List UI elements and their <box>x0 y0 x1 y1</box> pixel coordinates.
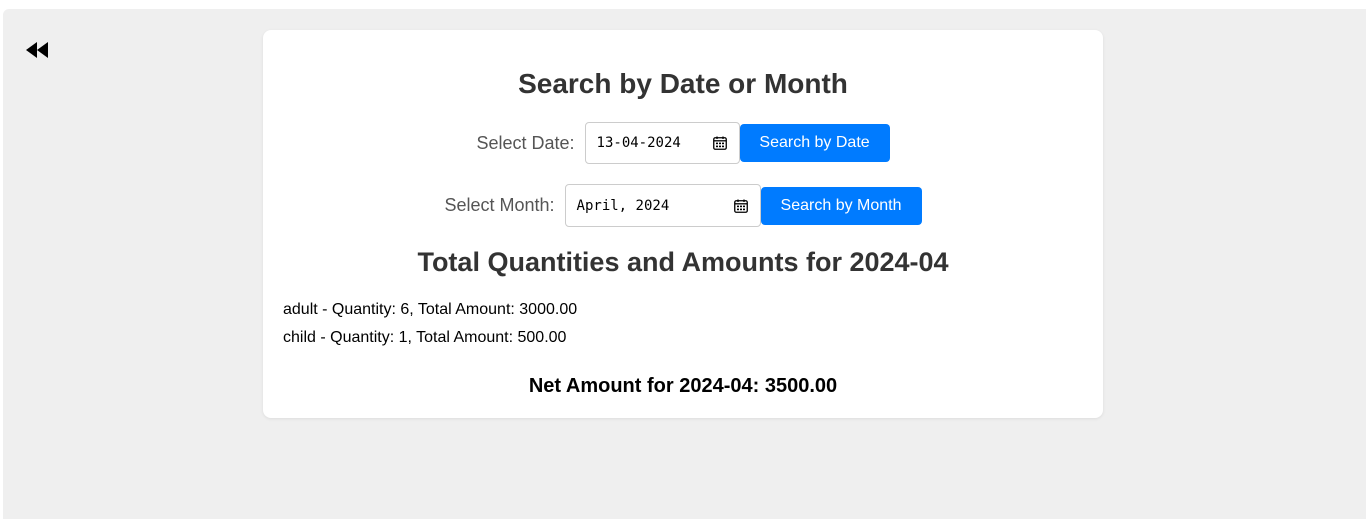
month-search-row: Select Month: April, 2024 Search by Mont… <box>263 184 1103 227</box>
calendar-icon[interactable] <box>733 199 748 213</box>
date-search-row: Select Date: 13-04-2024 Search by Date <box>263 122 1103 164</box>
result-item-adult: adult - Quantity: 6, Total Amount: 3000.… <box>283 301 578 318</box>
calendar-icon[interactable] <box>712 136 727 150</box>
date-input[interactable]: 13-04-2024 <box>584 122 740 164</box>
search-by-month-button[interactable]: Search by Month <box>760 186 922 225</box>
result-item-child: child - Quantity: 1, Total Amount: 500.0… <box>283 329 567 346</box>
results-title: Total Quantities and Amounts for 2024-04 <box>417 247 949 277</box>
month-input-value: April, 2024 <box>576 197 670 214</box>
search-by-date-button[interactable]: Search by Date <box>739 124 890 162</box>
net-amount: Net Amount for 2024-04: 3500.00 <box>528 375 838 397</box>
page-title: Search by Date or Month <box>518 68 848 99</box>
search-card: Search by Date or Month Select Date: 13-… <box>263 30 1103 418</box>
month-label: Select Month: <box>444 195 555 215</box>
date-label: Select Date: <box>476 132 575 153</box>
rewind-icon[interactable] <box>26 42 50 58</box>
results-list: adult - Quantity: 6, Total Amount: 3000.… <box>283 296 577 352</box>
date-input-value: 13-04-2024 <box>596 135 681 151</box>
month-input[interactable]: April, 2024 <box>564 184 761 227</box>
